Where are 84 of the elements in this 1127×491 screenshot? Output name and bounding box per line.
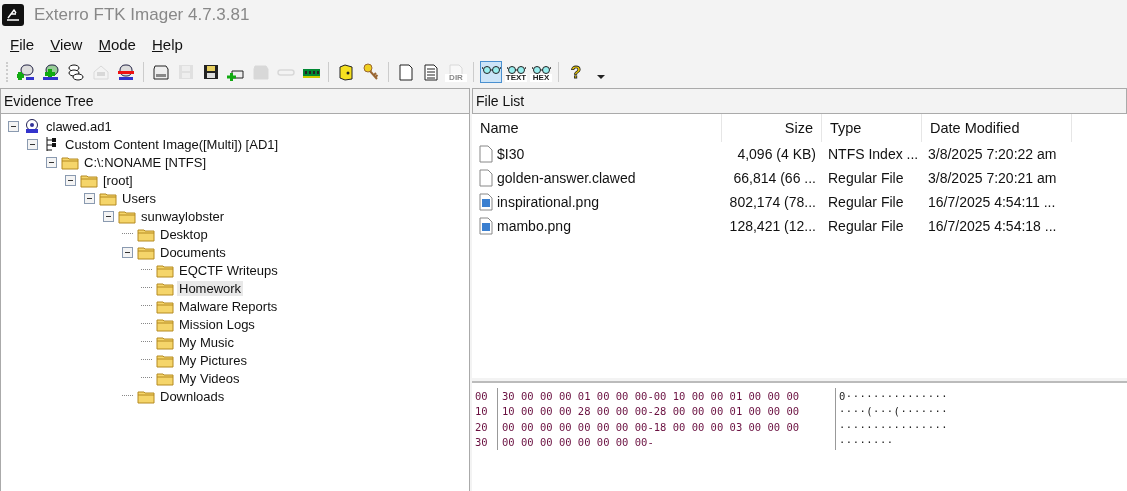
folder-icon [137, 226, 155, 242]
folder-icon [156, 334, 174, 350]
hex-bytes: 30 00 00 00 01 00 00 00-00 10 00 00 01 00 00 00 [498, 388, 836, 404]
hex-bytes: 10 00 00 00 28 00 00 00-28 00 00 00 01 00 00 00 [498, 403, 836, 419]
tree-expander[interactable] [84, 192, 95, 204]
tree-item[interactable]: [root] [101, 172, 135, 188]
tree-item[interactable]: Desktop [158, 226, 210, 242]
hex-bytes: 00 00 00 00 00 00 00 00-18 00 00 00 03 00 00 00 [498, 419, 836, 435]
tree-expander[interactable] [103, 210, 114, 222]
tree-item[interactable]: My Music [177, 334, 236, 350]
tree-item[interactable]: My Pictures [177, 352, 249, 368]
menu-item[interactable]: View [42, 33, 91, 55]
tree-expander[interactable] [46, 156, 57, 168]
folder-icon [156, 352, 174, 368]
file-name[interactable]: golden-answer.clawed [497, 170, 636, 186]
file-name[interactable]: mambo.png [497, 218, 571, 234]
folder-icon [156, 262, 174, 278]
tree-expander[interactable] [8, 120, 19, 132]
file-size: 4,096 (4 KB) [736, 146, 817, 162]
hex-offset: 20 [472, 419, 498, 435]
menu-item[interactable]: File [2, 33, 43, 55]
file-size: 128,421 (12... [728, 218, 817, 234]
tree-item[interactable]: EQCTF Writeups [177, 262, 280, 278]
folder-icon [118, 208, 136, 224]
image-file-icon [478, 217, 494, 235]
tree-item[interactable]: sunwaylobster [139, 208, 227, 224]
folder-icon [156, 280, 174, 296]
menu-item[interactable]: Mode [90, 33, 144, 55]
file-type: Regular File [827, 194, 905, 210]
file-name[interactable]: $I30 [497, 146, 525, 162]
ascii-text: 0··············· [838, 389, 949, 402]
image-file-icon [478, 193, 494, 211]
file-date: 16/7/2025 4:54:11 ... [927, 194, 1057, 210]
file-type: NTFS Index ... [827, 146, 920, 162]
file-date: 16/7/2025 4:54:18 ... [927, 218, 1058, 234]
column-header[interactable]: Size [722, 114, 822, 142]
file-icon [478, 145, 494, 163]
tree-item[interactable]: My Videos [177, 370, 242, 386]
folder-icon [156, 316, 174, 332]
file-type: Regular File [827, 218, 905, 234]
tree-expander[interactable] [122, 246, 133, 258]
tree-item[interactable]: Malware Reports [177, 298, 280, 314]
tree-expander[interactable] [65, 174, 76, 186]
file-type: Regular File [827, 170, 905, 186]
file-name[interactable]: inspirational.png [497, 194, 599, 210]
tree-item[interactable]: Homework [177, 280, 244, 296]
tree-expander[interactable] [27, 138, 38, 150]
window-title: Exterro FTK Imager 4.7.3.81 [34, 5, 250, 25]
tree-item[interactable]: Custom Content Image([Multi]) [AD1] [63, 136, 281, 152]
tree-item[interactable]: clawed.ad1 [44, 118, 114, 134]
folder-icon [137, 388, 155, 404]
menu-item[interactable]: Help [143, 33, 191, 55]
folder-icon [156, 370, 174, 386]
disk-image-icon [23, 118, 41, 134]
tree-item[interactable]: C:\:NONAME [NTFS] [82, 154, 209, 170]
column-header[interactable]: Name [472, 114, 722, 142]
evidence-tree-header: Evidence Tree [0, 88, 470, 114]
column-header[interactable]: Type [822, 114, 922, 142]
file-list-header: File List [472, 88, 1127, 114]
evidence-add-icon[interactable] [15, 61, 37, 83]
ascii-text: ····(···(······· [838, 405, 949, 418]
evidence-add-all-icon[interactable] [40, 61, 62, 83]
tree-item[interactable]: Downloads [158, 388, 227, 404]
file-size: 802,174 (78... [728, 194, 817, 210]
file-date: 3/8/2025 7:20:21 am [927, 170, 1058, 186]
glasses-icon[interactable] [480, 61, 502, 83]
hex-offset: 30 [472, 434, 498, 450]
tree-item[interactable]: Users [120, 190, 158, 206]
folder-icon [156, 298, 174, 314]
file-date: 3/8/2025 7:20:22 am [927, 146, 1058, 162]
folder-icon [61, 154, 79, 170]
tree-item[interactable]: Documents [158, 244, 228, 260]
hex-offset: 10 [472, 403, 498, 419]
file-size: 66,814 (66 ... [732, 170, 817, 186]
folder-icon [137, 244, 155, 260]
column-header[interactable]: Date Modified [922, 114, 1072, 142]
file-icon [478, 169, 494, 187]
tree-item[interactable]: Mission Logs [177, 316, 257, 332]
folder-icon [99, 190, 117, 206]
ascii-text: ················ [838, 420, 949, 433]
hex-offset: 00 [472, 388, 498, 404]
hex-bytes: 00 00 00 00 00 00 00 00- [498, 434, 836, 450]
ascii-text: ········ [838, 436, 894, 449]
folder-icon [80, 172, 98, 188]
